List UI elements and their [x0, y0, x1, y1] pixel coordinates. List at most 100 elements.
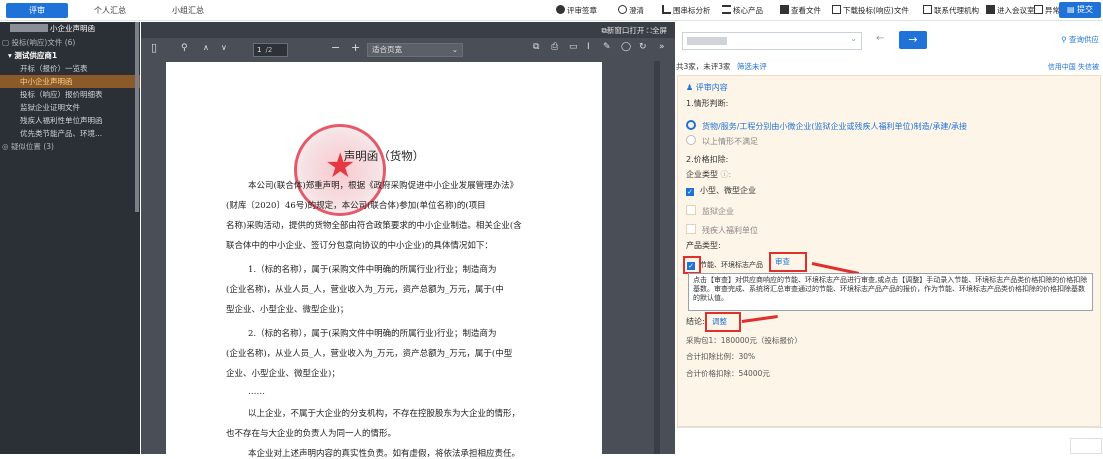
- next-supplier-button[interactable]: →: [899, 31, 927, 49]
- tab-review[interactable]: 评审: [6, 3, 68, 18]
- text-cursor-icon[interactable]: I: [587, 42, 590, 52]
- left-scrollbar[interactable]: [135, 22, 139, 212]
- file-item[interactable]: 开标（报价）一览表: [0, 62, 140, 75]
- tool-sign[interactable]: 评审签章: [556, 4, 597, 17]
- save-icon[interactable]: ▭: [569, 42, 578, 52]
- option-2-radio[interactable]: 以上情形不满足: [686, 135, 758, 147]
- tool-analysis[interactable]: 围串标分析: [662, 4, 711, 17]
- supplier-label: 测试供应商1: [14, 51, 58, 60]
- document-line: (财库〔2020〕46号)的规定，本公司(联合体)参加(单位名称)的(项目: [226, 201, 486, 211]
- tool-view-file[interactable]: 查看文件: [780, 4, 821, 17]
- viewer-toolbar: ▯ ⚲ ∧ ∨ 1/2 − + 适合页宽 ⌄ ⧉ ⎙ ▭ I ✎ ◯ ↻ »: [141, 38, 675, 61]
- submit-label: 提交: [1077, 5, 1094, 14]
- checkbox-icon: [686, 205, 696, 215]
- submit-icon: ▤: [1066, 5, 1078, 14]
- question-2: 2.价格扣除:: [686, 155, 729, 164]
- tab-personal-summary[interactable]: 个人汇总: [88, 3, 132, 18]
- new-window-button[interactable]: ⧉新窗口打开: [602, 26, 645, 35]
- option-1-label: 货物/服务/工程分别由小微企业(监狱企业或残疾人福利单位)制造/承建/承接: [702, 122, 968, 131]
- document-scrollbar[interactable]: [654, 61, 660, 454]
- tool-contact-agent[interactable]: 联系代理机构: [923, 4, 979, 17]
- checkbox-prison-label: 监狱企业: [702, 207, 734, 216]
- group-suspect-positions-label: 疑似位置 (3): [10, 142, 54, 151]
- document-line: 以上企业，不属于大企业的分支机构，不存在控股股东为大企业的情形，: [248, 409, 521, 419]
- left-panel-header: 小企业声明函: [0, 22, 140, 36]
- checkbox-disabled-welfare-label: 残疾人福利单位: [702, 226, 758, 235]
- file-item[interactable]: 监狱企业证明文件: [0, 101, 140, 114]
- tool-download[interactable]: 下载投标(响应)文件: [832, 4, 909, 17]
- file-item-selected[interactable]: 中小企业声明函: [0, 75, 140, 88]
- document-line: 本企业对上述声明内容的真实性负责。如有虚假，将依法承担相应责任。: [248, 449, 521, 459]
- submit-button[interactable]: ▤ 提交: [1059, 2, 1101, 18]
- file-item[interactable]: 投标（响应）报价明细表: [0, 88, 140, 101]
- page-total: /2: [265, 46, 273, 54]
- tool-core-product-label: 核心产品: [733, 6, 763, 15]
- file-item[interactable]: 残疾人福利性单位声明函: [0, 114, 140, 127]
- search-icon[interactable]: ⚲: [181, 43, 188, 53]
- deduction-amount: 合计价格扣除：54000元: [686, 369, 770, 378]
- print-icon[interactable]: ⎙: [551, 42, 558, 52]
- search-icon: ⚲: [1061, 35, 1069, 44]
- document-title: 声明函（货物）: [343, 149, 425, 163]
- credit-links[interactable]: 信用中国 失信被: [1048, 60, 1099, 74]
- tool-clarify[interactable]: 澄清: [618, 4, 644, 17]
- group-suspect-positions[interactable]: ◎ 疑似位置 (3): [0, 140, 140, 153]
- tool-download-label: 下载投标(响应)文件: [843, 6, 909, 15]
- viewer-topbar: ⧉新窗口打开 ⛶全屏: [141, 22, 675, 38]
- adjust-button[interactable]: 调整: [712, 316, 727, 327]
- bottom-action-button[interactable]: [1070, 438, 1102, 454]
- sidebar-toggle-icon[interactable]: ▯: [151, 41, 157, 54]
- zoom-value: 适合页宽: [372, 45, 402, 54]
- more-tools-icon[interactable]: »: [659, 42, 665, 52]
- tool-analysis-label: 围串标分析: [673, 6, 711, 15]
- group-response-files[interactable]: ▢ 投标(响应)文件 (6): [0, 36, 140, 49]
- page-number: 1: [257, 46, 262, 54]
- left-panel-title: 小企业声明函: [50, 24, 95, 33]
- clarify-icon: [618, 5, 627, 14]
- chevron-down-icon[interactable]: ∨: [221, 43, 227, 52]
- rotate-icon[interactable]: ↻: [639, 42, 647, 52]
- zoom-select[interactable]: 适合页宽 ⌄: [367, 43, 463, 57]
- review-button[interactable]: 审查: [775, 256, 790, 267]
- open-file-icon[interactable]: ⧉: [533, 42, 539, 52]
- query-supplier-link[interactable]: ⚲ 查询供应: [1061, 34, 1099, 45]
- review-count-bar: 共3家，未评3家 筛选未评 信用中国 失信被: [676, 60, 1103, 74]
- back-arrow-icon[interactable]: ←: [876, 33, 884, 44]
- checkbox-disabled-welfare[interactable]: 残疾人福利单位: [686, 224, 758, 236]
- checkbox-energy-product[interactable]: ✓ 节能、环境标志产品: [687, 260, 763, 270]
- meeting-icon: [986, 5, 995, 14]
- filter-unreviewed-link[interactable]: 筛选未评: [737, 62, 767, 71]
- checkbox-prison[interactable]: 监狱企业: [686, 205, 734, 217]
- contact-icon: [923, 5, 932, 14]
- shape-icon[interactable]: ◯: [621, 42, 631, 52]
- document-line: 型企业、小型企业、微型企业)；: [226, 305, 349, 315]
- location-icon: ◎: [2, 142, 11, 151]
- supplier-select[interactable]: ⌄: [682, 32, 862, 50]
- analysis-icon: [662, 5, 671, 14]
- chevron-down-icon: ⌄: [850, 34, 857, 43]
- supplier-item[interactable]: ▾ 测试供应商1: [0, 49, 140, 62]
- section-title-label: 评审内容: [695, 83, 728, 92]
- tool-clarify-label: 澄清: [629, 6, 644, 15]
- zoom-out-icon[interactable]: −: [331, 41, 340, 54]
- pen-icon[interactable]: ✎: [603, 42, 611, 52]
- list-icon: [722, 5, 731, 14]
- tool-meeting[interactable]: 进入会议室: [986, 4, 1035, 17]
- radio-icon: [686, 135, 696, 145]
- redacted-block: [687, 37, 727, 45]
- product-type-label: 产品类型:: [686, 241, 721, 250]
- tab-group-summary[interactable]: 小组汇总: [166, 3, 210, 18]
- help-tooltip-text: 点击【审查】对供应商响应的节能、环境标志产品进行审查,或点击【调整】手动录入节能…: [693, 276, 1088, 302]
- zoom-in-icon[interactable]: +: [351, 41, 360, 54]
- grid-icon: [780, 5, 789, 14]
- tool-core-product[interactable]: 核心产品: [722, 4, 763, 17]
- fullscreen-button[interactable]: ⛶全屏: [647, 26, 667, 35]
- page-number-input[interactable]: 1/2: [253, 43, 288, 57]
- option-1-radio[interactable]: 货物/服务/工程分别由小微企业(监狱企业或残疾人福利单位)制造/承建/承接: [686, 120, 967, 132]
- checkbox-small-micro[interactable]: ✓ 小型、微型企业: [686, 185, 756, 196]
- user-icon: ♟: [686, 83, 696, 92]
- chevron-up-icon[interactable]: ∧: [203, 43, 209, 52]
- arrow-right-icon: →: [908, 33, 918, 46]
- file-item[interactable]: 优先类节能产品、环境...: [0, 127, 140, 140]
- group-response-files-label: 投标(响应)文件 (6): [11, 38, 76, 47]
